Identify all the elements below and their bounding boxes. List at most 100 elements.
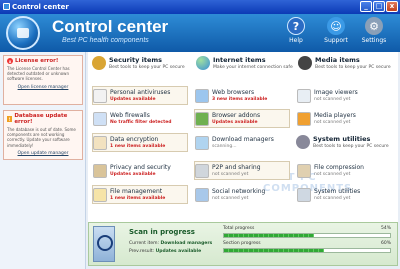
item-name: Data encryption <box>110 136 159 143</box>
item-status: not scanned yet <box>314 172 351 177</box>
p2p-icon <box>195 163 209 178</box>
license-alert: x License error! The License Control Cen… <box>3 55 83 105</box>
item-name: Personal antiviruses <box>110 89 171 96</box>
item-status: Updates available <box>110 97 156 102</box>
item-status: not scanned yet <box>314 196 351 201</box>
item-browser-addons[interactable]: Browser addons Updates available <box>194 109 290 128</box>
item-status: not scanned yet <box>212 172 249 177</box>
item-media-players[interactable]: Media players not scanned yet <box>296 109 392 128</box>
current-item-value: Download managers <box>160 241 213 246</box>
item-name: Download managers <box>212 136 274 143</box>
utilities-icon <box>297 187 311 202</box>
item-system-utilities[interactable]: System utilities not scanned yet <box>296 185 392 204</box>
support-label: Support <box>324 37 348 44</box>
maximize-button[interactable]: □ <box>373 1 385 12</box>
prev-result-label: Prev.result: <box>129 249 155 254</box>
app-window-icon <box>3 3 10 10</box>
section-progress-bar <box>223 248 391 253</box>
category-media-title: Media items <box>315 56 360 64</box>
scan-title: Scan in progress <box>129 228 195 236</box>
item-p2p-and-sharing[interactable]: P2P and sharing not scanned yet <box>194 161 290 180</box>
item-personal-antiviruses[interactable]: Personal antiviruses Updates available <box>92 86 188 105</box>
category-security-desc: Best tools to keep your PC secure <box>109 65 185 70</box>
section-progress-fill <box>224 249 324 252</box>
item-name: P2P and sharing <box>212 164 261 171</box>
category-media-desc: Best tools to keep your PC secure <box>315 65 391 70</box>
speaker-icon <box>298 56 312 70</box>
item-name: File management <box>110 188 163 195</box>
settings-button[interactable]: ⚙ Settings <box>356 17 392 44</box>
item-status: not scanned yet <box>212 196 249 201</box>
item-file-compression[interactable]: File compression not scanned yet <box>296 161 392 180</box>
settings-icon: ⚙ <box>365 17 383 35</box>
download-icon <box>195 135 209 150</box>
app-subtitle: Best PC health components <box>62 37 149 44</box>
item-name: Media players <box>314 112 356 119</box>
help-icon: ? <box>287 17 305 35</box>
item-status: not scanned yet <box>314 97 351 102</box>
encryption-icon <box>93 135 107 150</box>
image-icon <box>297 88 311 103</box>
item-status: 3 new items available <box>212 97 268 102</box>
total-progress-fill <box>224 234 314 237</box>
item-status: Updates available <box>212 120 258 125</box>
current-item-label: Current item: <box>129 241 160 246</box>
social-icon <box>195 187 209 202</box>
category-system-utilities-title: System utilities <box>313 135 371 143</box>
prev-result-value: Updates available <box>155 249 202 254</box>
help-label: Help <box>289 37 303 44</box>
item-name: Web firewalls <box>110 112 150 119</box>
category-internet-desc: Make your internet connection safe <box>213 65 293 70</box>
close-button[interactable]: x <box>386 1 398 12</box>
item-status: 1 new items available <box>110 196 166 201</box>
category-system-utilities: System utilities Best tools to keep your… <box>296 135 389 149</box>
help-button[interactable]: ? Help <box>278 17 314 44</box>
item-social-networking[interactable]: Social networking not scanned yet <box>194 185 290 204</box>
window-controls: _ □ x <box>360 1 398 12</box>
category-media: Media items Best tools to keep your PC s… <box>298 56 391 70</box>
item-data-encryption[interactable]: Data encryption 1 new items available <box>92 133 188 152</box>
minimize-button[interactable]: _ <box>360 1 372 12</box>
total-progress-percent: 54% <box>380 226 391 231</box>
open-update-manager-link[interactable]: Open update manager <box>7 151 79 156</box>
prev-result-line: Prev.result: Updates available <box>129 249 201 254</box>
compression-icon <box>297 163 311 178</box>
category-security-title: Security items <box>109 56 162 64</box>
item-name: Social networking <box>212 188 266 195</box>
item-name: Browser addons <box>212 112 261 119</box>
update-alert-title-text: Database update error! <box>14 113 68 125</box>
item-name: Privacy and security <box>110 164 171 171</box>
update-alert-text: The database is out of date. Some compon… <box>7 127 76 148</box>
media-player-icon <box>297 111 311 126</box>
item-status: Updates available <box>110 172 156 177</box>
item-web-browsers[interactable]: Web browsers 3 new items available <box>194 86 290 105</box>
monitor-logo-icon <box>6 16 40 50</box>
update-alert: ! Database update error! The database is… <box>3 110 83 160</box>
antivirus-icon <box>93 88 107 103</box>
total-progress-bar <box>223 233 391 238</box>
item-status: scanning... <box>212 144 237 149</box>
browser-icon <box>195 88 209 103</box>
item-name: Image viewers <box>314 89 358 96</box>
item-name: System utilities <box>314 188 361 195</box>
item-web-firewalls[interactable]: Web firewalls No traffic filter detected <box>92 109 188 128</box>
app-title: Control center <box>52 17 169 36</box>
item-status: No traffic filter detected <box>110 120 172 125</box>
item-download-managers[interactable]: Download managers scanning... <box>194 133 290 152</box>
item-status: 1 new items available <box>110 144 166 149</box>
category-system-utilities-desc: Best tools to keep your PC secure <box>313 144 389 149</box>
item-status: not scanned yet <box>314 120 351 125</box>
item-privacy-and-security[interactable]: Privacy and security Updates available <box>92 161 188 180</box>
section-progress-percent: 60% <box>380 241 391 246</box>
item-file-management[interactable]: File management 1 new items available <box>92 185 188 204</box>
globe-icon <box>196 56 210 70</box>
error-icon: x <box>7 58 13 64</box>
open-license-manager-link[interactable]: Open license manager <box>7 85 79 90</box>
section-progress-label: Section progress <box>223 241 261 246</box>
support-button[interactable]: ☺ Support <box>318 17 354 44</box>
item-image-viewers[interactable]: Image viewers not scanned yet <box>296 86 392 105</box>
total-progress-label: Total progress <box>223 226 255 231</box>
main-content: BEST PC COMPONENTS Security items Best t… <box>88 52 398 222</box>
addon-icon <box>195 111 209 126</box>
license-alert-title: x License error! <box>7 58 79 64</box>
